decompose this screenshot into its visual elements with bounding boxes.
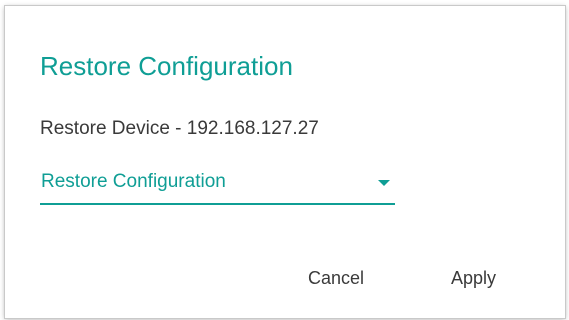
chevron-down-icon[interactable] — [378, 180, 390, 186]
dialog-title: Restore Configuration — [40, 51, 293, 81]
device-label: Restore Device - 192.168.127.27 — [40, 118, 319, 139]
cancel-button[interactable]: Cancel — [298, 260, 374, 296]
restore-mode-select[interactable]: Restore Configuration — [40, 165, 395, 205]
apply-button[interactable]: Apply — [441, 260, 506, 296]
restore-configuration-dialog: Restore Configuration Restore Device - 1… — [5, 6, 565, 318]
select-value: Restore Configuration — [41, 171, 226, 192]
